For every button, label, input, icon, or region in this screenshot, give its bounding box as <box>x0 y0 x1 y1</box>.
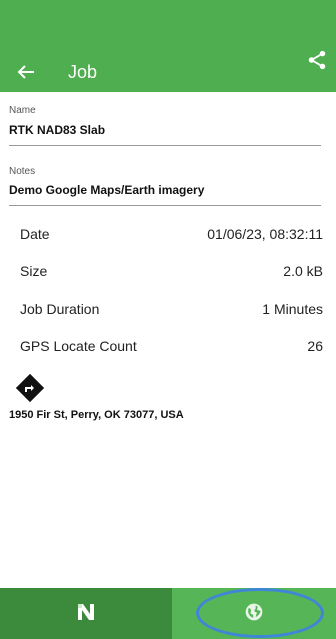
size-value: 2.0 kB <box>283 263 323 279</box>
date-label: Date <box>20 226 50 242</box>
duration-row: Job Duration 1 Minutes <box>0 301 336 321</box>
size-label: Size <box>20 263 48 279</box>
name-value: RTK NAD83 Slab <box>9 123 106 137</box>
notes-label: Notes <box>9 166 36 177</box>
address-text: 1950 Fir St, Perry, OK 73077, USA <box>9 409 184 421</box>
status-bar <box>0 0 336 52</box>
notes-field[interactable]: Notes Demo Google Maps/Earth imagery <box>0 146 322 206</box>
duration-label: Job Duration <box>20 301 100 317</box>
date-value: 01/06/23, 08:32:11 <box>207 226 323 242</box>
date-row: Date 01/06/23, 08:32:11 <box>0 226 336 246</box>
n-logo-icon <box>78 604 94 620</box>
size-row: Size 2.0 kB <box>0 263 336 283</box>
gps-count-value: 26 <box>307 338 323 354</box>
share-icon[interactable] <box>306 49 328 71</box>
highlight-ring <box>196 588 324 638</box>
app-bar: Job <box>0 49 336 92</box>
arrow-left-icon[interactable] <box>14 60 38 84</box>
directions-icon[interactable] <box>16 374 44 402</box>
duration-value: 1 Minutes <box>262 301 323 317</box>
gps-count-label: GPS Locate Count <box>20 338 137 354</box>
nav-logo-tab[interactable] <box>0 588 172 639</box>
divider <box>9 205 321 206</box>
gps-count-row: GPS Locate Count 26 <box>0 338 336 358</box>
notes-value: Demo Google Maps/Earth imagery <box>9 183 205 197</box>
page-title: Job <box>68 62 98 82</box>
name-field[interactable]: Name RTK NAD83 Slab <box>0 92 322 146</box>
name-label: Name <box>9 105 36 116</box>
